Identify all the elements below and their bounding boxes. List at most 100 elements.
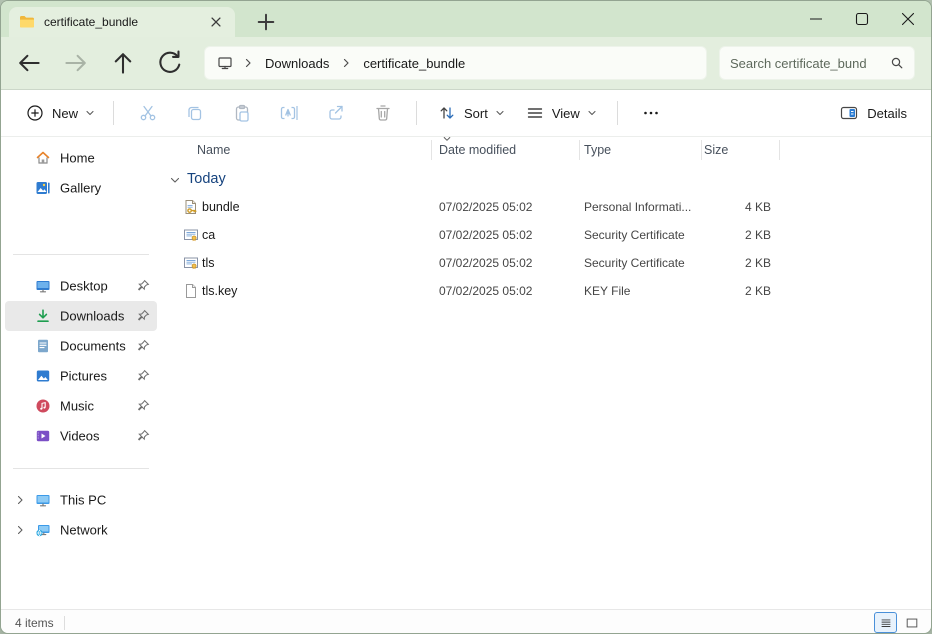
desktop-icon bbox=[35, 278, 51, 294]
certificate-icon bbox=[183, 227, 199, 243]
sidebar-item-documents[interactable]: Documents bbox=[5, 331, 157, 361]
column-header-size[interactable]: Size bbox=[704, 143, 728, 157]
file-size: 2 KB bbox=[701, 256, 771, 270]
chevron-down-icon bbox=[587, 108, 597, 118]
up-button[interactable] bbox=[107, 47, 139, 79]
sort-button-label: Sort bbox=[464, 106, 488, 121]
window-controls bbox=[793, 1, 931, 37]
share-icon bbox=[326, 103, 346, 123]
sidebar-item-pictures[interactable]: Pictures bbox=[5, 361, 157, 391]
column-divider[interactable] bbox=[579, 140, 580, 160]
tab-close-icon[interactable] bbox=[207, 13, 225, 31]
close-button[interactable] bbox=[885, 1, 931, 37]
chevron-right-icon bbox=[242, 57, 254, 69]
column-divider[interactable] bbox=[701, 140, 702, 160]
sidebar-item-desktop[interactable]: Desktop bbox=[5, 271, 157, 301]
group-header-today[interactable]: Today bbox=[161, 165, 931, 193]
forward-button[interactable] bbox=[60, 47, 92, 79]
sidebar-item-this-pc[interactable]: This PC bbox=[5, 485, 157, 515]
chevron-right-icon bbox=[340, 57, 352, 69]
file-name: tls bbox=[202, 256, 215, 270]
details-view-toggle[interactable] bbox=[874, 612, 897, 633]
chevron-down-icon bbox=[495, 108, 505, 118]
sidebar-item-videos[interactable]: Videos bbox=[5, 421, 157, 451]
more-options-button[interactable] bbox=[628, 95, 675, 131]
sidebar-item-label: Network bbox=[60, 523, 108, 538]
new-button-label: New bbox=[52, 106, 78, 121]
sidebar-item-label: Gallery bbox=[60, 181, 101, 196]
rename-button[interactable] bbox=[265, 95, 312, 131]
sidebar-item-label: Downloads bbox=[60, 309, 124, 324]
column-header-type[interactable]: Type bbox=[584, 143, 611, 157]
maximize-button[interactable] bbox=[839, 1, 885, 37]
details-pane-button[interactable]: Details bbox=[831, 95, 915, 131]
status-bar: 4 items bbox=[1, 609, 931, 634]
sidebar-item-network[interactable]: Network bbox=[5, 515, 157, 545]
sidebar-item-downloads[interactable]: Downloads bbox=[5, 301, 157, 331]
file-row-tls-key[interactable]: tls.key 07/02/2025 05:02 KEY File 2 KB bbox=[161, 277, 931, 305]
videos-icon bbox=[35, 428, 51, 444]
chevron-right-icon[interactable] bbox=[14, 524, 26, 536]
scissors-icon bbox=[138, 103, 158, 123]
new-tab-button[interactable] bbox=[253, 9, 279, 35]
file-explorer-window: certificate_bundle bbox=[0, 0, 932, 634]
large-icons-view-toggle[interactable] bbox=[900, 612, 923, 633]
sidebar-item-label: Home bbox=[60, 151, 95, 166]
gallery-icon bbox=[35, 180, 51, 196]
chevron-down-icon bbox=[85, 108, 95, 118]
column-divider[interactable] bbox=[431, 140, 432, 160]
cut-button[interactable] bbox=[124, 95, 171, 131]
tab-title: certificate_bundle bbox=[35, 15, 207, 29]
back-button[interactable] bbox=[13, 47, 45, 79]
view-button[interactable]: View bbox=[515, 95, 607, 131]
column-header-date-modified[interactable]: Date modified bbox=[439, 143, 516, 157]
sidebar-item-gallery[interactable]: Gallery bbox=[5, 173, 157, 203]
tab-certificate-bundle[interactable]: certificate_bundle bbox=[9, 7, 235, 37]
share-button[interactable] bbox=[312, 95, 359, 131]
file-name: ca bbox=[202, 228, 215, 242]
column-divider[interactable] bbox=[779, 140, 780, 160]
sidebar-item-home[interactable]: Home bbox=[5, 143, 157, 173]
paste-button[interactable] bbox=[218, 95, 265, 131]
delete-button[interactable] bbox=[359, 95, 406, 131]
file-size: 2 KB bbox=[701, 228, 771, 242]
sidebar-item-label: This PC bbox=[60, 493, 106, 508]
file-name: bundle bbox=[202, 200, 240, 214]
folder-icon bbox=[19, 14, 35, 30]
breadcrumb-downloads[interactable]: Downloads bbox=[263, 53, 331, 74]
sort-button[interactable]: Sort bbox=[427, 95, 515, 131]
sidebar-item-label: Documents bbox=[60, 339, 126, 354]
search-box[interactable]: Search certificate_bund bbox=[719, 46, 915, 80]
file-type: Security Certificate bbox=[584, 228, 685, 242]
file-date-modified: 07/02/2025 05:02 bbox=[439, 228, 532, 242]
navigation-bar: Downloads certificate_bundle Search cert… bbox=[1, 37, 931, 89]
sidebar-item-music[interactable]: Music bbox=[5, 391, 157, 421]
ellipsis-icon bbox=[641, 103, 661, 123]
view-toggles bbox=[874, 612, 923, 633]
refresh-button[interactable] bbox=[154, 47, 186, 79]
column-header-name[interactable]: Name bbox=[197, 143, 230, 157]
monitor-icon bbox=[217, 55, 233, 71]
file-name: tls.key bbox=[202, 284, 237, 298]
file-row-bundle[interactable]: bundle 07/02/2025 05:02 Personal Informa… bbox=[161, 193, 931, 221]
sidebar-item-label: Pictures bbox=[60, 369, 107, 384]
file-icon bbox=[183, 283, 199, 299]
minimize-button[interactable] bbox=[793, 1, 839, 37]
breadcrumb-certificate-bundle[interactable]: certificate_bundle bbox=[361, 53, 467, 74]
file-size: 2 KB bbox=[701, 284, 771, 298]
file-row-tls[interactable]: tls 07/02/2025 05:02 Security Certificat… bbox=[161, 249, 931, 277]
file-row-ca[interactable]: ca 07/02/2025 05:02 Security Certificate… bbox=[161, 221, 931, 249]
network-icon bbox=[35, 522, 51, 538]
address-bar[interactable]: Downloads certificate_bundle bbox=[204, 46, 707, 80]
search-icon bbox=[890, 56, 904, 70]
home-icon bbox=[35, 150, 51, 166]
chevron-down-icon[interactable] bbox=[169, 174, 181, 186]
item-count: 4 items bbox=[15, 616, 54, 630]
copy-button[interactable] bbox=[171, 95, 218, 131]
new-button[interactable]: New bbox=[17, 95, 103, 131]
music-icon bbox=[35, 398, 51, 414]
chevron-right-icon[interactable] bbox=[14, 494, 26, 506]
sort-icon bbox=[437, 103, 457, 123]
file-type: Security Certificate bbox=[584, 256, 685, 270]
file-date-modified: 07/02/2025 05:02 bbox=[439, 284, 532, 298]
